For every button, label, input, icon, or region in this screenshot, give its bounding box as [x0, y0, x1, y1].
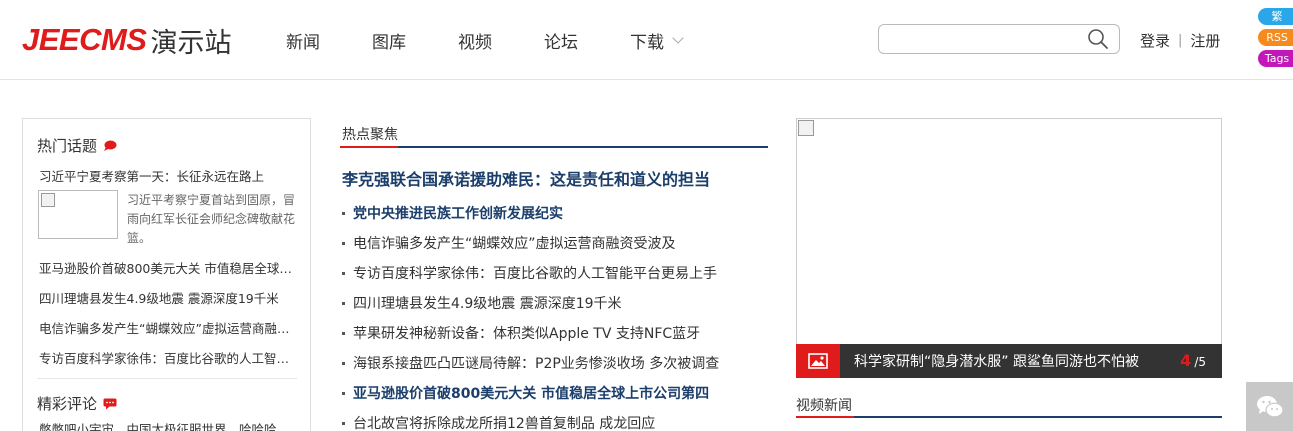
comment-item[interactable]: 憋憋吧小宇宙，中国太极征服世界，哈哈哈 — [39, 419, 277, 431]
speech-bubble-icon — [104, 140, 117, 151]
nav-gallery[interactable]: 图库 — [372, 28, 406, 53]
list-item[interactable]: 四川理塘县发生4.9级地震 震源深度19千米 — [39, 288, 297, 318]
hot-topics-label: 热门话题 — [37, 137, 98, 155]
traditional-chinese-tag[interactable]: 繁 — [1258, 8, 1293, 25]
slideshow-caption[interactable]: 科学家研制“隐身潜水服” 跟鲨鱼同游也不怕被 — [854, 351, 1139, 371]
news-item[interactable]: 亚马逊股价首破800美元大关 市值稳居全球上市公司第四 — [342, 378, 768, 408]
nav-forum[interactable]: 论坛 — [544, 28, 578, 53]
side-tags: 繁 RSS Tags — [1258, 8, 1293, 71]
news-item[interactable]: 四川理塘县发生4.9级地震 震源深度19千米 — [342, 288, 768, 318]
slide-counter: 4/5 — [1180, 351, 1206, 370]
slide-current: 4 — [1180, 351, 1192, 370]
broken-image-icon — [798, 120, 814, 136]
news-item[interactable]: 苹果研发神秘新设备：体积类似Apple TV 支持NFC蓝牙 — [342, 318, 768, 348]
slideshow-image[interactable] — [796, 118, 1222, 378]
broken-image-icon — [41, 193, 55, 207]
search-icon[interactable] — [1087, 28, 1109, 50]
register-link[interactable]: 注册 — [1190, 30, 1220, 51]
search-box — [878, 24, 1120, 54]
nav-news[interactable]: 新闻 — [286, 28, 320, 53]
comments-label: 精彩评论 — [37, 395, 98, 413]
logo-subtitle: 演示站 — [150, 27, 232, 59]
news-item[interactable]: 台北故宫将拆除成龙所捐12兽首复制品 成龙回应 — [342, 408, 768, 431]
comment-icon — [103, 398, 117, 409]
video-news-header: 视频新闻 — [796, 392, 1222, 418]
news-item[interactable]: 电信诈骗多发产生“蝴蝶效应”虚拟运营商融资受波及 — [342, 228, 768, 258]
hot-topic-thumbnail[interactable] — [38, 190, 118, 239]
chevron-down-icon[interactable] — [672, 32, 684, 44]
hot-topic-summary: 习近平考察宁夏首站到固原，冒雨向红军长征会师纪念碑敬献花篮。 — [127, 193, 296, 245]
slideshow-caption-bar: 科学家研制“隐身潜水服” 跟鲨鱼同游也不怕被 4/5 — [796, 344, 1222, 378]
news-list: 党中央推进民族工作创新发展纪实 电信诈骗多发产生“蝴蝶效应”虚拟运营商融资受波及… — [342, 198, 768, 431]
hot-focus-header: 热点聚焦 — [340, 118, 768, 148]
left-sidebar: 热门话题 习近平宁夏考察第一天：长征永远在路上 习近平考察宁夏首站到固原，冒雨向… — [22, 118, 311, 431]
tags-tag[interactable]: Tags — [1258, 50, 1293, 67]
list-item[interactable]: 专访百度科学家徐伟：百度比谷歌的人工智能平台更易上手 — [39, 348, 297, 378]
list-item[interactable]: 电信诈骗多发产生“蝴蝶效应”虚拟运营商融资受波及 — [39, 318, 297, 348]
slide-total: /5 — [1194, 355, 1206, 369]
hot-topic-list: 亚马逊股价首破800美元大关 市值稳居全球上市公司第四 四川理塘县发生4.9级地… — [39, 258, 297, 378]
wechat-icon — [1256, 395, 1284, 417]
search-input[interactable] — [887, 29, 1077, 49]
nav-download-label: 下载 — [630, 33, 664, 53]
divider — [37, 378, 297, 379]
link-separator: | — [1178, 33, 1183, 48]
nav-download[interactable]: 下载 — [630, 28, 684, 53]
picture-icon — [796, 344, 840, 378]
comments-title: 精彩评论 — [37, 393, 117, 414]
hot-topic-featured-title[interactable]: 习近平宁夏考察第一天：长征永远在路上 — [39, 166, 264, 185]
main-nav: 新闻 图库 视频 论坛 下载 — [286, 28, 734, 53]
logo-text: JEECMS — [22, 22, 147, 57]
user-links: 登录 | 注册 — [1140, 30, 1220, 51]
hot-focus-section: 热点聚焦 李克强联合国承诺援助难民：这是责任和道义的担当 党中央推进民族工作创新… — [340, 118, 768, 431]
video-news-title: 视频新闻 — [796, 398, 852, 414]
news-item[interactable]: 海银系接盘匹凸匹谜局待解：P2P业务惨淡收场 多次被调查 — [342, 348, 768, 378]
site-logo[interactable]: JEECMS 演示站 — [22, 20, 231, 60]
hot-topics-title: 热门话题 — [37, 135, 117, 156]
nav-video[interactable]: 视频 — [458, 28, 492, 53]
rss-tag[interactable]: RSS — [1258, 29, 1293, 46]
news-item[interactable]: 专访百度科学家徐伟：百度比谷歌的人工智能平台更易上手 — [342, 258, 768, 288]
wechat-float-button[interactable] — [1246, 382, 1293, 431]
title-accent — [796, 416, 854, 418]
login-link[interactable]: 登录 — [1140, 30, 1170, 51]
headline-link[interactable]: 李克强联合国承诺援助难民：这是责任和道义的担当 — [342, 166, 710, 190]
site-header: JEECMS 演示站 新闻 图库 视频 论坛 下载 登录 | 注册 繁 RSS … — [0, 0, 1293, 80]
title-accent — [340, 146, 398, 148]
list-item[interactable]: 亚马逊股价首破800美元大关 市值稳居全球上市公司第四 — [39, 258, 297, 288]
news-item[interactable]: 党中央推进民族工作创新发展纪实 — [342, 198, 768, 228]
